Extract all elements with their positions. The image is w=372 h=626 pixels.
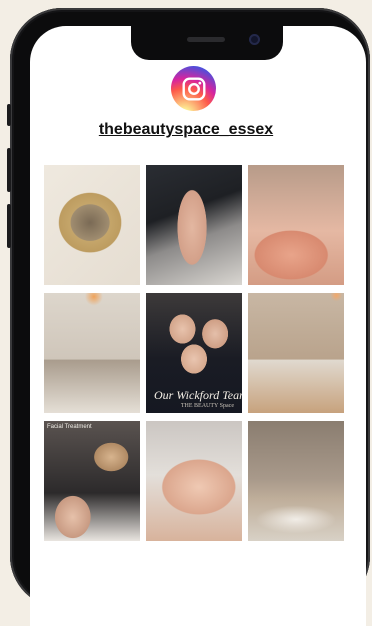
- post-gold-bowl[interactable]: [44, 165, 140, 285]
- phone-notch: [131, 26, 283, 60]
- facial-treatment-caption: Facial Treatment: [47, 424, 92, 430]
- phone-side-button-volume-up: [7, 148, 11, 192]
- post-treatment-bed[interactable]: [248, 293, 344, 413]
- instagram-icon[interactable]: [171, 66, 216, 111]
- post-team-photo[interactable]: Our Wickford Team THE BEAUTY Space: [146, 293, 242, 413]
- post-back-massage[interactable]: [248, 165, 344, 285]
- team-photo-caption: Our Wickford Team: [154, 388, 242, 402]
- profile-handle-link[interactable]: thebeautyspace_essex: [0, 121, 372, 139]
- team-photo-subcaption: THE BEAUTY Space: [180, 403, 234, 409]
- front-camera: [249, 34, 260, 45]
- post-hand-ring[interactable]: [146, 165, 242, 285]
- post-treatment-room[interactable]: [44, 293, 140, 413]
- instagram-glyph: [182, 77, 205, 100]
- phone-side-button-volume-down: [7, 204, 11, 248]
- post-facial-treatment[interactable]: Facial Treatment: [44, 421, 140, 541]
- speaker-grille: [187, 37, 225, 42]
- post-face-closeup[interactable]: [146, 421, 242, 541]
- post-room-bed[interactable]: [248, 421, 344, 541]
